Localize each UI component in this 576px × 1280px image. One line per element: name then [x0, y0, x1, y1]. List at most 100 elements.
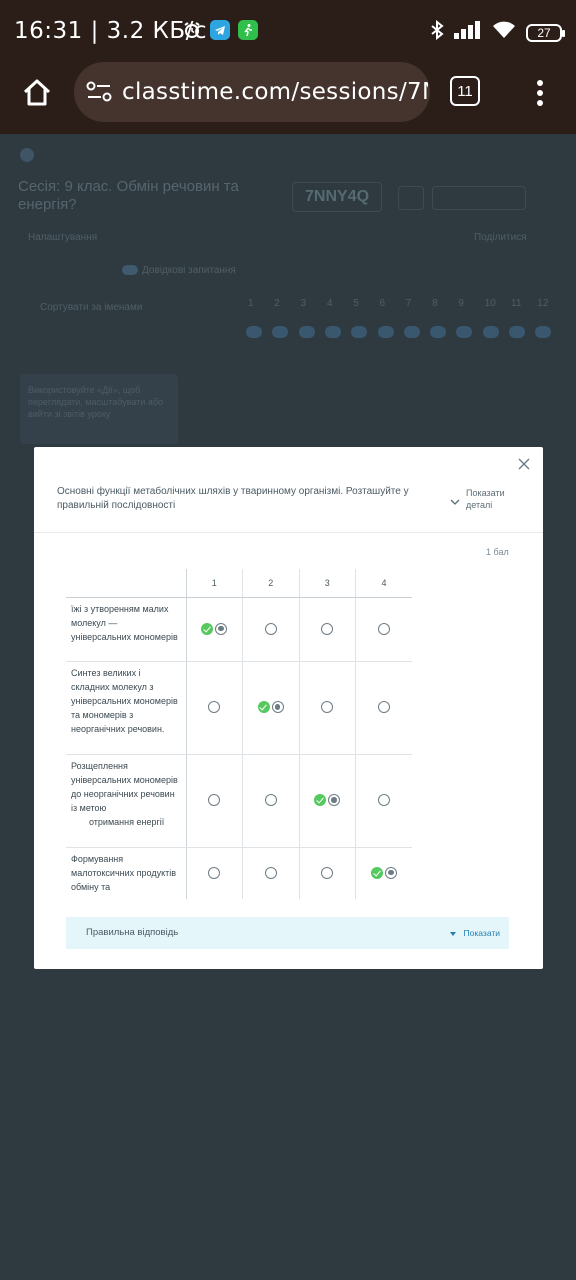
row-label: їжі з утворенням малих молекул — універс… [66, 597, 187, 662]
row-label: Розщеплення універсальних мономерів до н… [66, 754, 187, 848]
radio-button[interactable] [264, 622, 277, 635]
question-number: 12 [537, 298, 549, 309]
question-number: 7 [405, 298, 412, 309]
session-title: Сесія: 9 клас. Обмін речовин та енергія? [18, 178, 239, 213]
result-dot [482, 326, 499, 338]
battery-icon: 27 [526, 23, 565, 42]
modal-header: Основні функції метаболічних шляхів у тв… [34, 447, 543, 533]
radio-button[interactable] [328, 794, 341, 807]
matrix-cell [185, 754, 243, 848]
result-dot [298, 326, 315, 338]
result-dot [351, 326, 368, 338]
result-dot [272, 326, 289, 338]
column-header: 1 [185, 569, 243, 598]
question-modal: Основні функції метаболічних шляхів у тв… [34, 447, 543, 969]
question-text: Основні функції метаболічних шляхів у тв… [57, 486, 409, 511]
matrix-cell [242, 847, 299, 899]
row-label-text: Синтез великих і складних молекул з унів… [71, 667, 178, 734]
radio-button[interactable] [264, 794, 277, 807]
radio-button[interactable] [271, 701, 284, 714]
question-number: 6 [379, 298, 386, 309]
question-number: 2 [274, 298, 280, 309]
table-row: Формування малотоксичних продуктів обмін… [66, 847, 412, 899]
alarm-icon [182, 20, 202, 40]
column-header: 4 [355, 569, 412, 598]
matrix-cell [185, 661, 243, 755]
show-details-link[interactable]: Показати деталі [466, 487, 516, 511]
wifi-icon [492, 21, 516, 44]
table-row: Синтез великих і складних молекул з унів… [66, 661, 412, 755]
correct-check-icon [257, 701, 270, 714]
radio-button[interactable] [321, 866, 334, 879]
caret-down-icon [449, 931, 456, 936]
radio-button[interactable] [321, 701, 334, 714]
share-link: Поділитися [474, 232, 527, 243]
matrix-cell [355, 661, 412, 755]
matrix-cell [355, 847, 412, 899]
radio-button[interactable] [208, 701, 221, 714]
matrix-cell [242, 661, 299, 755]
result-dot [324, 326, 341, 338]
matrix-cell [185, 597, 243, 662]
correct-check-icon [314, 794, 327, 807]
radio-button[interactable] [378, 794, 390, 807]
correct-answer-bar[interactable]: Правильна відповідь Показати [66, 917, 509, 949]
radio-button[interactable] [208, 794, 221, 807]
bluetooth-icon [430, 19, 444, 45]
show-answer-button[interactable]: Показати [449, 928, 500, 938]
question-number: 10 [484, 298, 496, 309]
radio-button[interactable] [215, 622, 228, 635]
session-code: 7NNY4Q [292, 182, 382, 212]
address-bar[interactable]: classtime.com/sessions/7NNY4 [74, 62, 430, 122]
question-number: 11 [511, 298, 522, 309]
row-label-text: Формування малотоксичних продуктів обмін… [71, 853, 177, 892]
matrix-cell [355, 754, 412, 848]
radio-button[interactable] [321, 622, 334, 635]
home-icon[interactable] [20, 76, 54, 110]
correct-answer-label: Правильна відповідь [86, 927, 179, 938]
question-number: 9 [458, 298, 464, 309]
close-icon[interactable] [518, 457, 532, 471]
url-text[interactable]: classtime.com/sessions/7NNY4 [122, 79, 428, 105]
matrix-cell [242, 754, 299, 848]
matrix-cell [298, 597, 356, 662]
radio-button[interactable] [378, 622, 390, 635]
more-menu-icon[interactable] [530, 78, 550, 108]
question-number: 1 [248, 298, 254, 309]
row-label-text: Розщеплення універсальних мономерів до н… [71, 760, 178, 813]
radio-button[interactable] [378, 701, 390, 714]
logo-icon [20, 148, 34, 162]
correct-check-icon [201, 622, 214, 635]
row-header-cell [66, 569, 187, 598]
radio-button[interactable] [208, 866, 221, 879]
points-label: 1 бал [486, 547, 509, 557]
matrix-cell [298, 661, 356, 755]
status-time: 16:31 | 3.2 КБ/с [14, 18, 208, 44]
column-header: 2 [242, 569, 299, 598]
result-dot [456, 326, 473, 338]
radio-button[interactable] [385, 866, 397, 879]
row-label: Синтез великих і складних молекул з унів… [66, 661, 187, 755]
result-dot [403, 326, 420, 338]
correct-check-icon [371, 866, 383, 879]
radio-button[interactable] [264, 866, 277, 879]
site-settings-icon[interactable] [86, 80, 112, 104]
column-header: 3 [298, 569, 356, 598]
question-number: 8 [432, 298, 438, 309]
row-label-text: їжі з утворенням малих молекул — універс… [71, 603, 178, 642]
status-bar: 16:31 | 3.2 КБ/с 27 [0, 0, 576, 62]
answer-matrix: 1 2 3 4 їжі з утворенням малих молекул —… [66, 569, 418, 899]
question-number: 4 [326, 298, 333, 309]
action-button [432, 186, 526, 210]
row-label: Формування малотоксичних продуктів обмін… [66, 847, 187, 899]
matrix-cell [242, 597, 299, 662]
result-dot [246, 326, 262, 338]
tab-switcher-button[interactable]: 11 [450, 76, 480, 106]
chevron-down-icon[interactable] [450, 493, 460, 505]
matrix-cell [298, 847, 356, 899]
row-label-continuation: отримання енергії [89, 816, 165, 827]
result-dot [535, 326, 552, 338]
telegram-icon [210, 20, 230, 40]
result-dot [509, 326, 525, 338]
signal-icon [454, 21, 482, 44]
